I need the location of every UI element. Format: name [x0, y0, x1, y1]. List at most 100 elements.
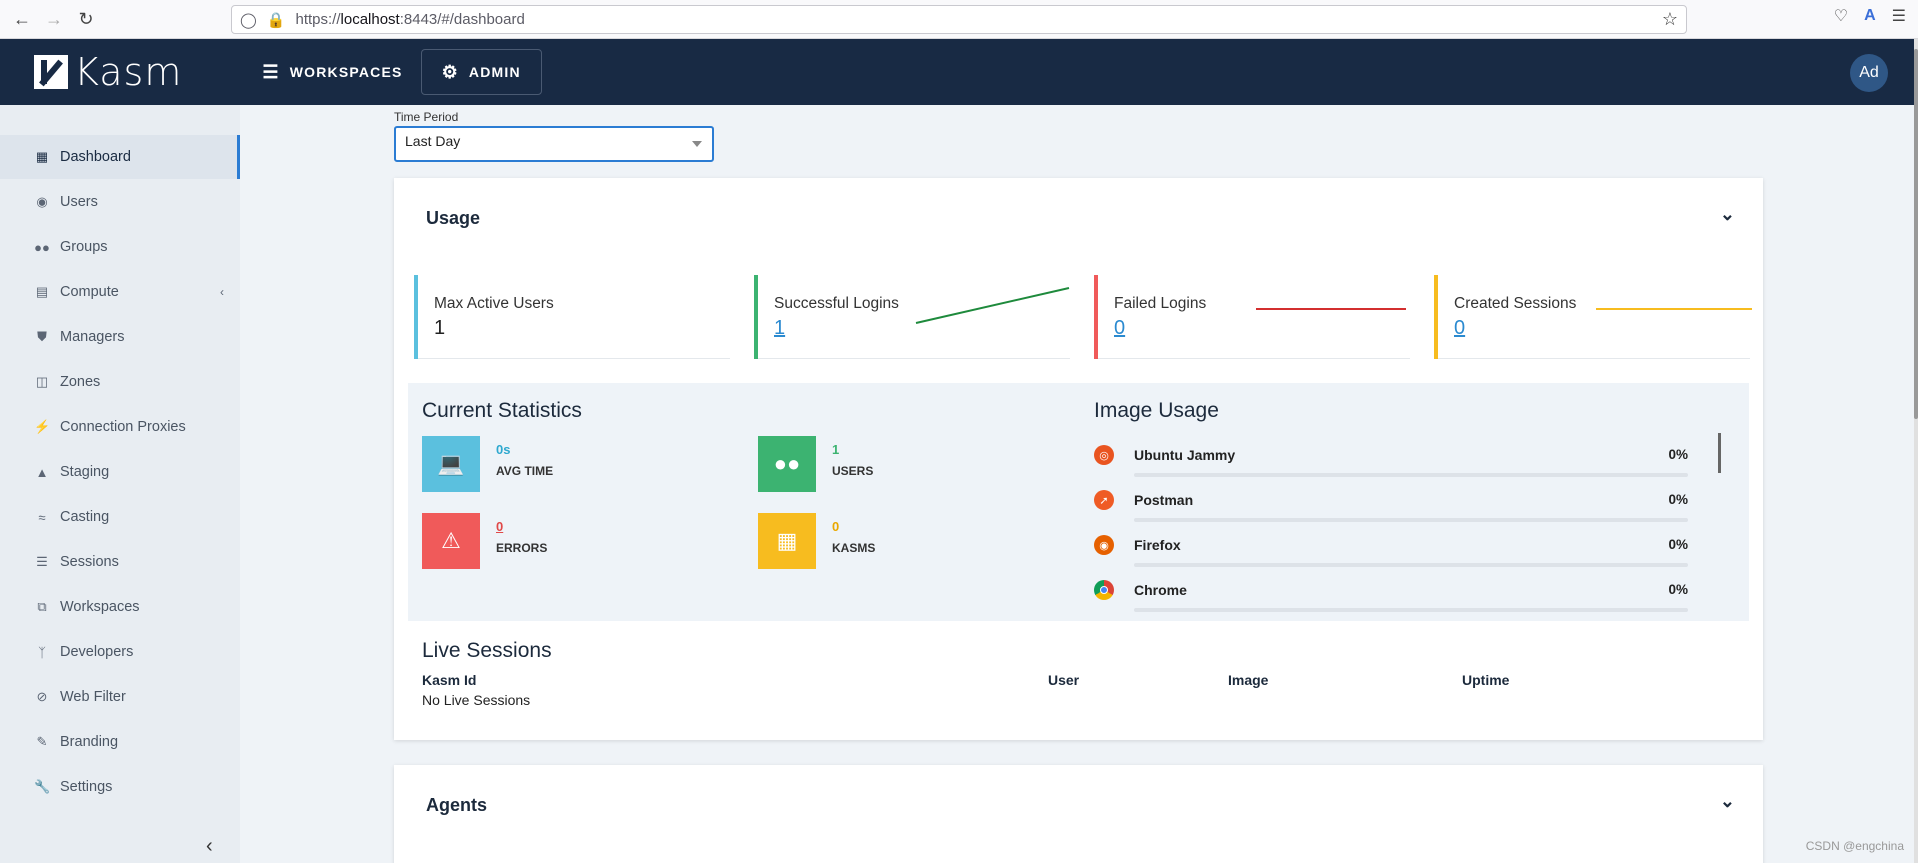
sidebar-item-casting[interactable]: ≈ Casting — [0, 495, 240, 539]
time-period-select[interactable]: Last Day — [394, 126, 714, 162]
sidebar: ▦ Dashboard ◉ Users ●● Groups ▤ Compute … — [0, 105, 240, 863]
sidebar-item-dashboard[interactable]: ▦ Dashboard — [0, 135, 240, 179]
tab-workspaces-label: WORKSPACES — [289, 64, 403, 80]
translate-icon[interactable]: A — [1864, 7, 1876, 25]
forward-icon[interactable]: → — [40, 5, 68, 33]
tile-accent-bar — [414, 275, 418, 359]
image-percent: 0% — [1668, 492, 1688, 507]
metric-label: USERS — [832, 464, 874, 478]
page-scrollbar[interactable] — [1914, 39, 1918, 863]
sidebar-item-web-filter[interactable]: ⊘ Web Filter — [0, 675, 240, 719]
usage-card: Usage ⌄ Max Active Users 1 Successful Lo… — [394, 178, 1763, 740]
chevron-down-icon[interactable]: ⌄ — [1720, 791, 1735, 812]
sidebar-item-connection-proxies[interactable]: ⚡ Connection Proxies — [0, 405, 240, 449]
sidebar-item-staging[interactable]: ▲ Staging — [0, 450, 240, 494]
sidebar-item-label: Staging — [60, 464, 110, 480]
lock-icon[interactable]: 🔒 — [267, 11, 286, 29]
tile-label: Created Sessions — [1454, 295, 1577, 312]
sidebar-collapse-icon[interactable]: ‹ — [206, 835, 213, 858]
chevron-down-icon[interactable]: ⌄ — [1720, 204, 1735, 225]
sidebar-item-zones[interactable]: ◫ Zones — [0, 360, 240, 404]
dashboard-icon: ▦ — [35, 149, 49, 164]
sidebar-item-label: Compute — [60, 284, 119, 300]
current-statistics-title: Current Statistics — [422, 399, 582, 422]
map-icon: ◫ — [35, 374, 49, 389]
image-percent: 0% — [1668, 537, 1688, 552]
avatar[interactable]: Ad — [1850, 54, 1888, 92]
tile-label: Failed Logins — [1114, 295, 1207, 312]
bookmark-star-icon[interactable]: ☆ — [1662, 9, 1678, 30]
metric-value: 0 — [832, 519, 840, 534]
kasm-logo[interactable]: Kasm — [34, 50, 182, 94]
image-row-ubuntu-jammy: ◎ Ubuntu Jammy 0% — [1094, 441, 1706, 481]
menu-icon[interactable]: ☰ — [1892, 6, 1906, 26]
metric-value: 1 — [832, 442, 840, 457]
tracking-shield-icon[interactable]: ◯ — [240, 11, 257, 29]
tile-value-link[interactable]: 0 — [1114, 317, 1125, 340]
brush-icon: ✎ — [36, 734, 48, 749]
wrench-icon: 🔧 — [34, 779, 51, 794]
layers-icon: ☰ — [262, 61, 280, 82]
flask-icon: ▲ — [35, 464, 49, 480]
metric-label: KASMS — [832, 541, 876, 555]
agents-title: Agents — [426, 795, 488, 815]
metric-value: 0s — [496, 442, 511, 457]
tile-accent-bar — [1434, 275, 1438, 359]
shield-icon: ⛊ — [37, 329, 47, 344]
image-percent: 0% — [1668, 582, 1688, 597]
ban-icon: ⊘ — [36, 689, 48, 704]
column-header-uptime: Uptime — [1462, 672, 1510, 688]
tile-value-link[interactable]: 1 — [774, 317, 785, 340]
kasm-logo-icon — [34, 55, 68, 89]
sidebar-item-users[interactable]: ◉ Users — [0, 180, 240, 224]
tile-label: Successful Logins — [774, 295, 899, 312]
ubuntu-icon: ◎ — [1094, 445, 1114, 465]
table-icon: ▦ — [758, 513, 816, 569]
server-icon: ▤ — [35, 284, 49, 299]
time-period-value: Last Day — [405, 133, 461, 149]
sidebar-item-label: Zones — [60, 374, 101, 390]
tile-created-sessions: Created Sessions 0 — [1434, 275, 1752, 359]
url-path: :8443/#/dashboard — [399, 11, 525, 28]
sidebar-item-label: Developers — [60, 644, 134, 660]
image-name: Firefox — [1134, 537, 1181, 553]
metric-users: ●● 1 USERS — [758, 436, 1058, 492]
chevron-left-icon: ‹ — [220, 285, 224, 299]
logo-text: Kasm — [74, 50, 183, 94]
sidebar-item-settings[interactable]: 🔧 Settings — [0, 765, 240, 809]
sidebar-item-developers[interactable]: ᛉ Developers — [0, 630, 240, 674]
windows-icon: ⧉ — [37, 599, 47, 614]
image-progress-bar — [1134, 518, 1688, 522]
sidebar-item-label: Workspaces — [60, 599, 140, 615]
url-bar[interactable]: ◯ 🔒 https://localhost:8443/#/dashboard ☆ — [231, 5, 1687, 34]
metric-errors: ⚠ 0 ERRORS — [422, 513, 722, 569]
sparkline-successful-logins — [915, 287, 1070, 324]
sidebar-item-groups[interactable]: ●● Groups — [0, 225, 240, 269]
sidebar-item-sessions[interactable]: ☰ Sessions — [0, 540, 240, 584]
metric-label: ERRORS — [496, 541, 548, 555]
sidebar-item-label: Managers — [60, 329, 125, 345]
metric-kasms: ▦ 0 KASMS — [758, 513, 1058, 569]
image-usage-scrollbar[interactable] — [1718, 433, 1721, 473]
tab-workspaces[interactable]: ☰ WORKSPACES — [248, 49, 416, 95]
column-header-image: Image — [1228, 672, 1269, 688]
metric-label: AVG TIME — [496, 464, 554, 478]
postman-icon: ➚ — [1094, 490, 1114, 510]
tile-value-link[interactable]: 0 — [1454, 317, 1465, 340]
tile-value: 1 — [434, 317, 446, 339]
sidebar-item-workspaces[interactable]: ⧉ Workspaces — [0, 585, 240, 629]
sidebar-item-compute[interactable]: ▤ Compute ‹ — [0, 270, 240, 314]
metric-value-link[interactable]: 0 — [496, 519, 503, 534]
browser-toolbar: ← → ↻ ◯ 🔒 https://localhost:8443/#/dashb… — [0, 0, 1918, 39]
tile-max-active-users: Max Active Users 1 — [414, 275, 730, 359]
image-progress-bar — [1134, 608, 1688, 612]
url-prefix: https:// — [295, 11, 341, 28]
tab-admin[interactable]: ⚙ ADMIN — [420, 49, 542, 95]
sidebar-item-branding[interactable]: ✎ Branding — [0, 720, 240, 764]
sidebar-item-managers[interactable]: ⛊ Managers — [0, 315, 240, 359]
sparkline-created-sessions — [1596, 308, 1752, 310]
laptop-icon: 💻 — [422, 436, 480, 492]
reload-icon[interactable]: ↻ — [72, 5, 100, 33]
back-icon[interactable]: ← — [8, 5, 36, 33]
pocket-icon[interactable]: ♡ — [1834, 6, 1848, 26]
